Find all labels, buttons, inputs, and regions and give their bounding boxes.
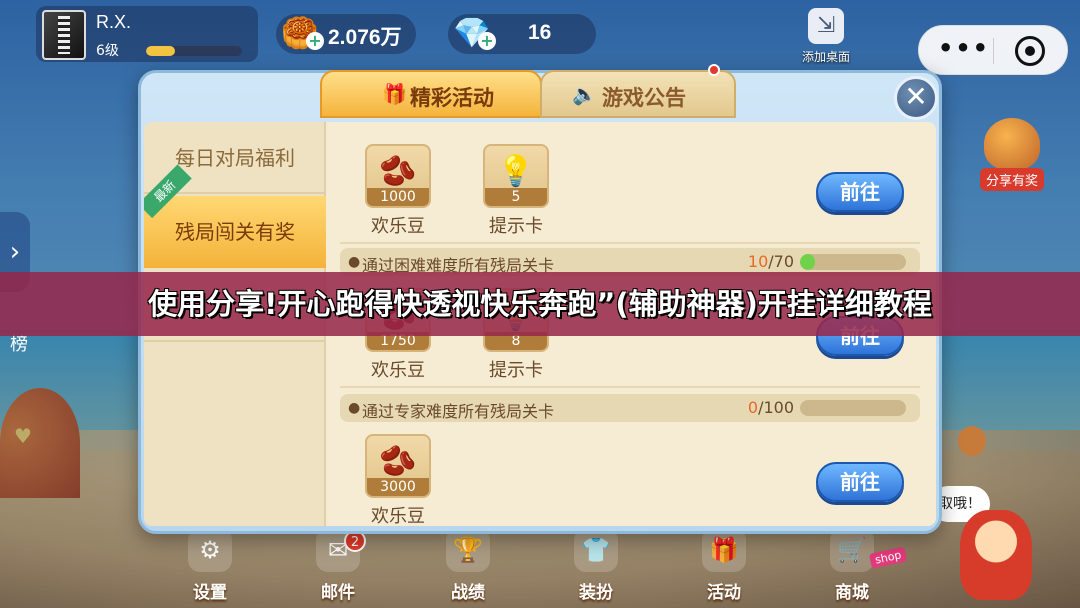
task-progress-fill [800, 254, 816, 270]
bullet: ● [348, 400, 361, 416]
xp-bar [146, 46, 242, 56]
gift-icon: 🎁 [702, 528, 746, 572]
cart-icon: 🛒 [830, 528, 874, 572]
go-button[interactable]: 前往 [816, 172, 904, 212]
task-progress-text: 10/70 [740, 252, 794, 271]
share-reward-label: 分享有奖 [979, 168, 1044, 191]
task-rewards: 🫘 1000 欢乐豆 💡 5 提示卡 前往 [340, 134, 920, 244]
reward-card: 💡 5 [483, 144, 549, 208]
gem-balance[interactable]: 💎 + 16 [448, 14, 596, 54]
task-progress-total: /100 [758, 398, 794, 417]
title-banner: 使用分享!开心跑得快透视快乐奔跑”(辅助神器)开挂详细教程 [0, 272, 1080, 336]
tab-label: 精彩活动 [410, 86, 494, 110]
gold-value: 2.076万 [328, 26, 402, 49]
tab-announcements[interactable]: 🔈 游戏公告 [540, 64, 736, 118]
reward-qty: 5 [485, 188, 547, 206]
task-rewards: 🫘 3000 欢乐豆 前往 [340, 424, 920, 526]
top-bar: R.X. 6级 🥮 + 2.076万 💎 + 16 ⇲ 添加桌面 [0, 0, 1080, 70]
player-level: 6级 [96, 43, 119, 59]
speaker-icon: 🔈 [572, 82, 597, 106]
task-progress-bar [800, 254, 906, 270]
nav-dress-up[interactable]: 👕 装扮 [556, 528, 636, 604]
avatar[interactable] [42, 10, 86, 60]
gem-value: 16 [528, 21, 552, 44]
gear-icon: ⚙ [188, 528, 232, 572]
nav-label: 邮件 [321, 583, 355, 603]
player-profile[interactable]: R.X. 6级 [36, 6, 258, 62]
reward-name: 提示卡 [489, 216, 543, 237]
task-progress-done: 10 [747, 252, 769, 271]
unread-dot [708, 64, 720, 76]
close-button[interactable]: ✕ [894, 76, 938, 120]
bullet: ● [348, 254, 361, 270]
exit-miniprogram-button[interactable] [1015, 36, 1045, 66]
mascot-character[interactable] [960, 510, 1032, 600]
add-desktop-button[interactable]: ⇲ 添加桌面 [792, 8, 860, 68]
add-gem-icon[interactable]: + [478, 32, 496, 50]
monkey-character [958, 426, 986, 456]
gold-balance[interactable]: 🥮 + 2.076万 [276, 14, 416, 54]
miniprogram-capsule: ••• [918, 25, 1068, 75]
shirt-icon: 👕 [574, 528, 618, 572]
add-gold-icon[interactable]: + [306, 32, 324, 50]
reward-item: 🫘 3000 欢乐豆 [356, 434, 440, 526]
banner-title: 使用分享!开心跑得快透视快乐奔跑”(辅助神器)开挂详细教程 [148, 287, 932, 321]
task-progress-done: 0 [747, 398, 759, 417]
go-button[interactable]: 前往 [816, 462, 904, 502]
reward-name: 提示卡 [489, 360, 543, 381]
more-menu-button[interactable]: ••• [935, 36, 993, 64]
trophy-icon: 🏆 [446, 528, 490, 572]
task-progress-bar [800, 400, 906, 416]
task-header: ● 通过专家难度所有残局关卡 0/100 [340, 394, 920, 422]
reward-card: 🫘 3000 [365, 434, 431, 498]
nav-events[interactable]: 🎁 活动 [684, 528, 764, 604]
bean-icon: 🫘 [379, 154, 417, 189]
reward-qty: 3000 [367, 478, 429, 496]
nav-label: 装扮 [579, 583, 613, 603]
bean-icon: 🫘 [379, 444, 417, 479]
reward-name: 欢乐豆 [371, 360, 425, 381]
nav-label: 战绩 [451, 583, 485, 603]
reward-card: 🫘 1000 [365, 144, 431, 208]
tab-label: 游戏公告 [602, 86, 686, 110]
task-name: 通过专家难度所有残局关卡 [362, 402, 555, 421]
player-name: R.X. [96, 12, 132, 32]
nav-shop[interactable]: 🛒 shop 商城 [812, 528, 908, 604]
shop-tag: shop [868, 546, 908, 569]
hint-card-icon: 💡 [497, 154, 535, 189]
nav-label: 商城 [835, 583, 869, 603]
add-desktop-icon: ⇲ [808, 8, 844, 44]
gift-icon: 🎁 [382, 82, 407, 106]
nav-settings[interactable]: ⚙ 设置 [170, 528, 250, 604]
menu-item-endgame-reward[interactable]: 残局闯关有奖 [144, 196, 326, 268]
xp-bar-fill [146, 46, 175, 56]
task-progress-total: /70 [768, 252, 794, 271]
task-progress-text: 0/100 [740, 398, 794, 417]
reward-item: 💡 5 提示卡 [474, 144, 558, 238]
reward-qty: 1000 [367, 188, 429, 206]
reward-item: 🫘 1000 欢乐豆 [356, 144, 440, 238]
tab-activities[interactable]: 🎁 精彩活动 [320, 70, 542, 118]
reward-name: 欢乐豆 [371, 506, 425, 526]
capsule-divider [993, 38, 994, 64]
lucky-bag-icon [984, 118, 1040, 170]
reward-name: 欢乐豆 [371, 216, 425, 237]
add-desktop-label: 添加桌面 [801, 50, 850, 64]
nav-label: 设置 [193, 583, 227, 603]
share-reward-button[interactable]: 分享有奖 [972, 118, 1052, 198]
nav-label: 活动 [707, 583, 741, 603]
nav-records[interactable]: 🏆 战绩 [428, 528, 508, 604]
nav-mail[interactable]: ✉ 2 邮件 [298, 528, 378, 604]
